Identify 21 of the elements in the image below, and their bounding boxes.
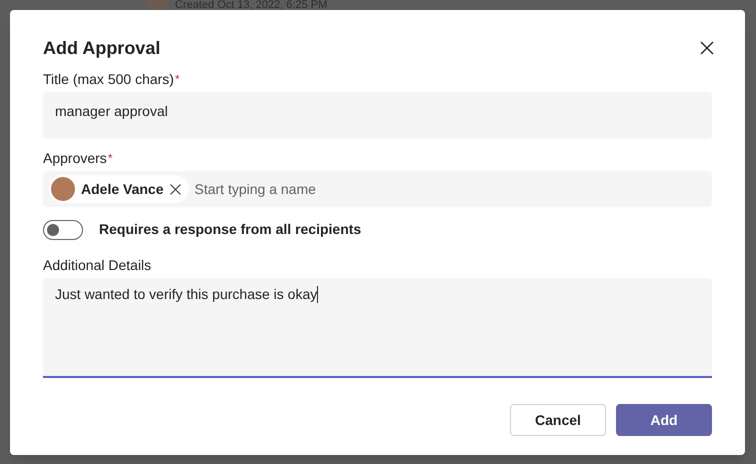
required-asterisk: * bbox=[108, 150, 112, 167]
text-cursor-icon bbox=[317, 286, 318, 302]
approvers-input-field[interactable]: Adele Vance Start typing a name bbox=[43, 171, 712, 207]
toggle-switch[interactable] bbox=[43, 220, 83, 240]
add-button[interactable]: Add bbox=[616, 404, 712, 436]
dialog-title: Add Approval bbox=[43, 37, 160, 60]
details-text-area[interactable]: Just wanted to verify this purchase is okay bbox=[43, 278, 712, 378]
avatar-placeholder bbox=[51, 177, 75, 201]
required-asterisk: * bbox=[174, 71, 180, 88]
toggle-label: Requires a response from all recipients bbox=[99, 220, 362, 239]
title-input-field[interactable]: manager approval bbox=[43, 92, 712, 139]
cancel-button[interactable]: Cancel bbox=[510, 404, 606, 436]
details-text: Just wanted to verify this purchase is okay bbox=[55, 285, 318, 303]
person-chip[interactable]: Adele Vance bbox=[49, 175, 188, 203]
field-label: Title (max 500 chars) bbox=[43, 70, 174, 88]
remove-icon[interactable] bbox=[170, 184, 180, 194]
close-icon[interactable] bbox=[698, 39, 716, 57]
field-label: Additional Details bbox=[43, 256, 152, 274]
field-label: Approvers bbox=[43, 149, 107, 167]
person-name: Adele Vance bbox=[81, 180, 164, 198]
approver-search-input[interactable]: Start typing a name bbox=[194, 178, 706, 200]
